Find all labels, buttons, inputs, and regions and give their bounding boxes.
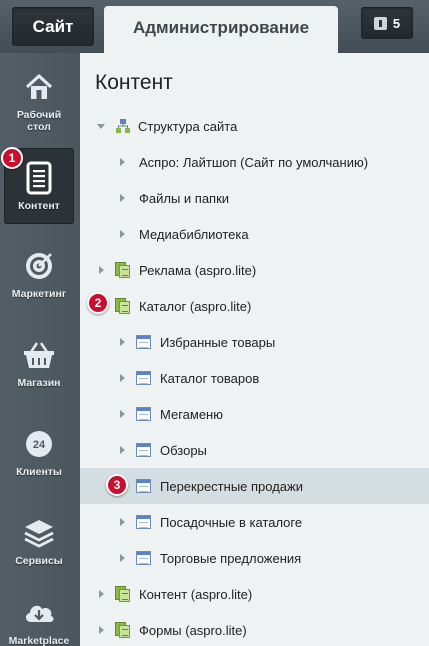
content-panel: Контент Структура сайта Аспро: Лайтшоп (… bbox=[80, 53, 429, 646]
tree-item-media-library[interactable]: Медиабиблиотека bbox=[80, 216, 429, 252]
step-badge-1: 1 bbox=[1, 147, 23, 169]
tree-item-label: Формы (aspro.lite) bbox=[139, 623, 247, 638]
expand-arrow-icon[interactable] bbox=[120, 338, 125, 346]
clients-24-icon: 24 bbox=[21, 426, 57, 462]
iblock-type-icon bbox=[115, 298, 131, 314]
expand-arrow-icon[interactable] bbox=[120, 194, 125, 202]
iblock-icon bbox=[136, 515, 152, 531]
expand-arrow-icon[interactable] bbox=[120, 374, 125, 382]
top-bar: Сайт Администрирование 5 bbox=[0, 0, 429, 53]
tree-item-label: Реклама (aspro.lite) bbox=[139, 263, 257, 278]
iblock-type-icon bbox=[115, 622, 131, 638]
info-icon bbox=[373, 16, 387, 30]
expand-arrow-icon[interactable] bbox=[99, 626, 104, 634]
tree-item-forms[interactable]: Формы (aspro.lite) bbox=[80, 612, 429, 646]
cloud-download-icon bbox=[21, 595, 57, 631]
sidebar-item-label: Рабочий стол bbox=[16, 109, 62, 133]
sidebar-item-marketing[interactable]: Маркетинг bbox=[4, 236, 74, 312]
tree-item-label: Аспро: Лайтшоп (Сайт по умолчанию) bbox=[139, 155, 369, 170]
tree-item-reviews[interactable]: Обзоры bbox=[80, 432, 429, 468]
iblock-icon bbox=[136, 479, 152, 495]
sidebar-item-label: Marketplace bbox=[8, 635, 70, 646]
tree-item-label: Избранные товары bbox=[160, 335, 276, 350]
tree-item-files-folders[interactable]: Файлы и папки bbox=[80, 180, 429, 216]
sidebar-item-marketplace[interactable]: Marketplace bbox=[4, 583, 74, 646]
page-title: Контент bbox=[95, 71, 173, 94]
iblock-icon bbox=[136, 371, 152, 387]
iblock-icon bbox=[136, 407, 152, 423]
iblock-type-icon bbox=[115, 262, 131, 278]
sidebar-item-services[interactable]: Сервисы bbox=[4, 503, 74, 579]
tree-item-label: Мегаменю bbox=[160, 407, 223, 422]
home-icon bbox=[21, 69, 57, 105]
iblock-icon bbox=[136, 335, 152, 351]
sidebar-item-label: Клиенты bbox=[16, 466, 62, 478]
tree-item-label: Торговые предложения bbox=[160, 551, 302, 566]
step-badge-2: 2 bbox=[87, 292, 109, 314]
tree-item-label: Посадочные в каталоге bbox=[160, 515, 303, 530]
tree-item-site-structure[interactable]: Структура сайта bbox=[80, 108, 429, 144]
expand-arrow-icon[interactable] bbox=[120, 518, 125, 526]
tree-item-megamenu[interactable]: Мегаменю bbox=[80, 396, 429, 432]
tree-item-label: Перекрестные продажи bbox=[160, 479, 303, 494]
tree-item-label: Каталог товаров bbox=[160, 371, 260, 386]
expand-arrow-icon[interactable] bbox=[120, 158, 125, 166]
tree-item-product-catalog[interactable]: Каталог товаров bbox=[80, 360, 429, 396]
site-structure-icon bbox=[115, 118, 131, 134]
sidebar-item-shop[interactable]: Магазин bbox=[4, 325, 74, 401]
iblock-icon bbox=[136, 443, 152, 459]
sidebar-item-desktop[interactable]: Рабочий стол bbox=[4, 57, 74, 133]
layers-icon bbox=[21, 515, 57, 551]
expand-arrow-icon[interactable] bbox=[99, 266, 104, 274]
tab-site[interactable]: Сайт bbox=[12, 7, 94, 46]
sidebar-item-label: Сервисы bbox=[15, 555, 63, 567]
tree-item-favorite-products[interactable]: Избранные товары bbox=[80, 324, 429, 360]
iblock-type-icon bbox=[115, 586, 131, 602]
sidebar: Рабочий стол Контент Маркетинг Магазин 2… bbox=[0, 53, 80, 646]
tree-item-label: Обзоры bbox=[160, 443, 207, 458]
target-icon bbox=[21, 248, 57, 284]
sidebar-item-label: Контент bbox=[18, 200, 60, 212]
step-badge-3: 3 bbox=[106, 474, 128, 496]
sidebar-item-label: Магазин bbox=[17, 377, 61, 389]
tree-item-label: Файлы и папки bbox=[139, 191, 230, 206]
tree-item-landing-pages[interactable]: Посадочные в каталоге bbox=[80, 504, 429, 540]
expand-arrow-icon[interactable] bbox=[120, 410, 125, 418]
expand-arrow-icon[interactable] bbox=[120, 230, 125, 238]
sidebar-item-label: Маркетинг bbox=[11, 288, 67, 300]
tree-item-trade-offers[interactable]: Торговые предложения bbox=[80, 540, 429, 576]
document-icon bbox=[21, 160, 57, 196]
tree-item-content[interactable]: Контент (aspro.lite) bbox=[80, 576, 429, 612]
tree-item-label: Контент (aspro.lite) bbox=[139, 587, 253, 602]
notifications-count: 5 bbox=[392, 15, 401, 31]
tree-item-label: Медиабиблиотека bbox=[139, 227, 249, 242]
basket-icon bbox=[21, 337, 57, 373]
notifications-button[interactable]: 5 bbox=[361, 7, 413, 39]
tree-item-cross-sales[interactable]: Перекрестные продажи bbox=[80, 468, 429, 504]
collapse-arrow-icon[interactable] bbox=[97, 124, 105, 129]
sidebar-item-clients[interactable]: 24 Клиенты bbox=[4, 414, 74, 490]
tree-item-aspro-lightshop-site[interactable]: Аспро: Лайтшоп (Сайт по умолчанию) bbox=[80, 144, 429, 180]
tree-item-label: Каталог (aspro.lite) bbox=[139, 299, 252, 314]
tree-item-catalog[interactable]: Каталог (aspro.lite) bbox=[80, 288, 429, 324]
tab-administration[interactable]: Администрирование bbox=[104, 6, 338, 53]
svg-text:24: 24 bbox=[33, 439, 46, 451]
expand-arrow-icon[interactable] bbox=[120, 446, 125, 454]
iblock-icon bbox=[136, 551, 152, 567]
tree-item-advertising[interactable]: Реклама (aspro.lite) bbox=[80, 252, 429, 288]
tree-item-label: Структура сайта bbox=[138, 119, 238, 134]
expand-arrow-icon[interactable] bbox=[99, 590, 104, 598]
expand-arrow-icon[interactable] bbox=[120, 554, 125, 562]
